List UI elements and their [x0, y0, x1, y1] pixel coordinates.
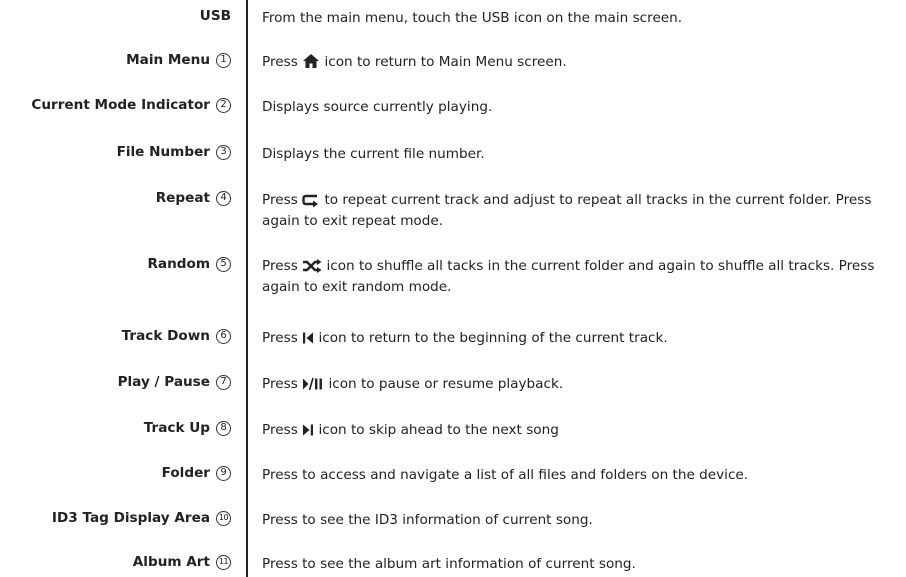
- row-label: File Number 3: [117, 144, 231, 160]
- row-label: Album Art 11: [133, 554, 231, 570]
- item-number-badge: 11: [216, 554, 231, 570]
- row-label: USB: [200, 8, 231, 24]
- row-label: Current Mode Indicator 2: [31, 97, 231, 113]
- description-text: Press to see the ID3 information of curr…: [262, 512, 593, 528]
- column-divider: [246, 0, 248, 577]
- row-label: ID3 Tag Display Area 10: [52, 510, 231, 526]
- row-description: Press to repeat current track and adjust…: [262, 190, 898, 232]
- description-text: icon to pause or resume playback.: [328, 376, 564, 392]
- item-number-badge: 2: [216, 97, 231, 113]
- description-text: icon to return to Main Menu screen.: [324, 54, 567, 70]
- row-label-text: Track Up: [143, 420, 210, 436]
- description-text: Displays source currently playing.: [262, 99, 493, 115]
- home-icon: [303, 54, 320, 68]
- row-description: From the main menu, touch the USB icon o…: [262, 8, 898, 29]
- row-label: Folder 9: [162, 465, 231, 481]
- row-label: Track Down 6: [122, 328, 231, 344]
- description-text: Press: [262, 192, 298, 208]
- item-number-badge: 8: [216, 420, 231, 436]
- row-description: Displays the current file number.: [262, 144, 898, 165]
- row-label: Track Up 8: [144, 420, 231, 436]
- description-text: icon to skip ahead to the next song: [318, 422, 559, 438]
- row-label: Repeat 4: [156, 190, 231, 206]
- repeat-icon: [302, 194, 319, 207]
- description-text: icon to shuffle all tacks in the current…: [262, 258, 875, 295]
- row-label-text: Album Art: [132, 554, 210, 570]
- row-description: Press to see the album art information o…: [262, 554, 898, 575]
- row-description: Press icon to return to Main Menu screen…: [262, 52, 898, 73]
- row-description: Press icon to skip ahead to the next son…: [262, 420, 898, 441]
- item-number-badge: 10: [216, 510, 231, 526]
- row-description: Press icon to shuffle all tacks in the c…: [262, 256, 898, 298]
- row-description: Press icon to return to the beginning of…: [262, 328, 898, 349]
- description-text: Displays the current file number.: [262, 146, 485, 162]
- track-down-icon: [303, 332, 314, 344]
- row-description: Press to access and navigate a list of a…: [262, 465, 898, 486]
- row-label-text: Play / Pause: [117, 374, 210, 390]
- description-text: Press: [262, 258, 298, 274]
- row-label: Main Menu 1: [126, 52, 231, 68]
- row-description: Displays source currently playing.: [262, 97, 898, 118]
- description-text: Press: [262, 330, 298, 346]
- item-number-badge: 1: [216, 52, 231, 68]
- play-pause-icon: [303, 377, 323, 391]
- row-description: Press icon to pause or resume playback.: [262, 374, 898, 395]
- description-text: Press to see the album art information o…: [262, 556, 636, 572]
- track-up-icon: [303, 424, 314, 436]
- row-label-text: Current Mode Indicator: [31, 97, 210, 113]
- item-number-badge: 3: [216, 144, 231, 160]
- item-number-badge: 5: [216, 256, 231, 272]
- item-number-badge: 6: [216, 328, 231, 344]
- row-label-text: File Number: [116, 144, 210, 160]
- row-label-text: Main Menu: [126, 52, 210, 68]
- row-label: Play / Pause 7: [118, 374, 231, 390]
- row-label-text: Track Down: [121, 328, 210, 344]
- description-text: Press to access and navigate a list of a…: [262, 467, 749, 483]
- row-label-text: Repeat: [155, 190, 210, 206]
- description-text: Press: [262, 422, 298, 438]
- description-text: Press: [262, 54, 298, 70]
- row-description: Press to see the ID3 information of curr…: [262, 510, 898, 531]
- row-label-text: ID3 Tag Display Area: [51, 510, 210, 526]
- description-text: icon to return to the beginning of the c…: [318, 330, 668, 346]
- item-number-badge: 4: [216, 190, 231, 206]
- row-label-text: Folder: [161, 465, 210, 481]
- shuffle-icon: [303, 259, 322, 273]
- usb-reference-table: USB From the main menu, touch the USB ic…: [0, 0, 906, 577]
- row-label: Random 5: [147, 256, 231, 272]
- row-label-text: Random: [147, 256, 210, 272]
- description-text: to repeat current track and adjust to re…: [262, 192, 872, 229]
- description-text: From the main menu, touch the USB icon o…: [262, 10, 683, 26]
- item-number-badge: 9: [216, 465, 231, 481]
- item-number-badge: 7: [216, 374, 231, 390]
- row-label-text: USB: [199, 8, 231, 24]
- description-text: Press: [262, 376, 298, 392]
